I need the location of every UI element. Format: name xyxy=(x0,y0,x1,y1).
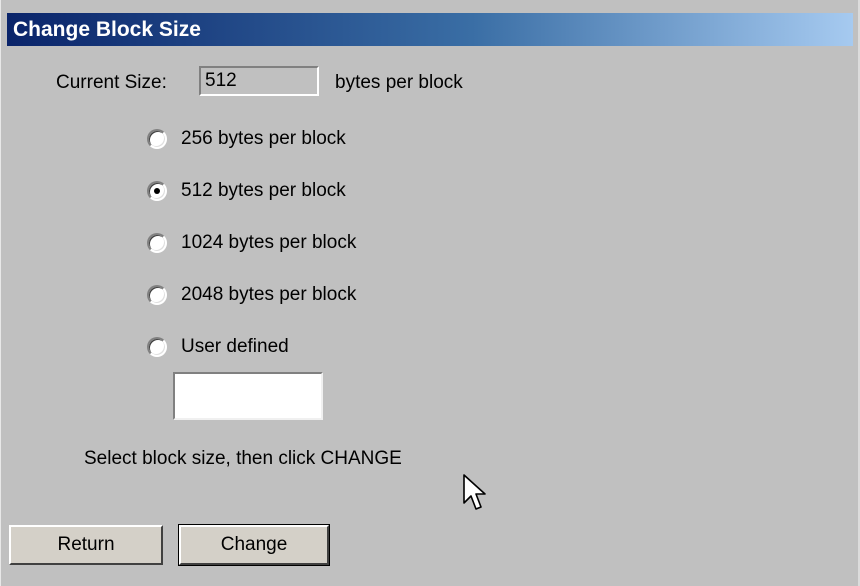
radio-label: 1024 bytes per block xyxy=(181,232,357,253)
window-title: Change Block Size xyxy=(7,13,853,46)
current-size-label: Current Size: xyxy=(56,72,167,93)
radio-button[interactable] xyxy=(147,129,167,149)
radio-button[interactable] xyxy=(147,233,167,253)
current-size-unit: bytes per block xyxy=(335,72,463,93)
radio-label: 512 bytes per block xyxy=(181,180,346,201)
instruction-text: Select block size, then click CHANGE xyxy=(84,448,402,469)
change-button[interactable]: Change xyxy=(178,524,330,566)
radio-button[interactable] xyxy=(147,337,167,357)
radio-button[interactable] xyxy=(147,285,167,305)
radio-option-2048[interactable]: 2048 bytes per block xyxy=(147,281,356,309)
radio-label: User defined xyxy=(181,336,289,357)
user-defined-size-input[interactable] xyxy=(173,372,323,420)
radio-button-selected[interactable] xyxy=(147,181,167,201)
arrow-cursor-icon xyxy=(463,474,486,510)
change-block-size-window: Change Block Size Current Size: 512 byte… xyxy=(0,0,860,586)
radio-label: 2048 bytes per block xyxy=(181,284,357,305)
radio-option-512[interactable]: 512 bytes per block xyxy=(147,177,346,205)
return-button[interactable]: Return xyxy=(9,525,163,565)
current-size-field: 512 xyxy=(199,66,319,96)
radio-option-1024[interactable]: 1024 bytes per block xyxy=(147,229,356,257)
radio-option-256[interactable]: 256 bytes per block xyxy=(147,125,346,153)
radio-label: 256 bytes per block xyxy=(181,128,346,149)
radio-option-user-defined[interactable]: User defined xyxy=(147,333,289,361)
